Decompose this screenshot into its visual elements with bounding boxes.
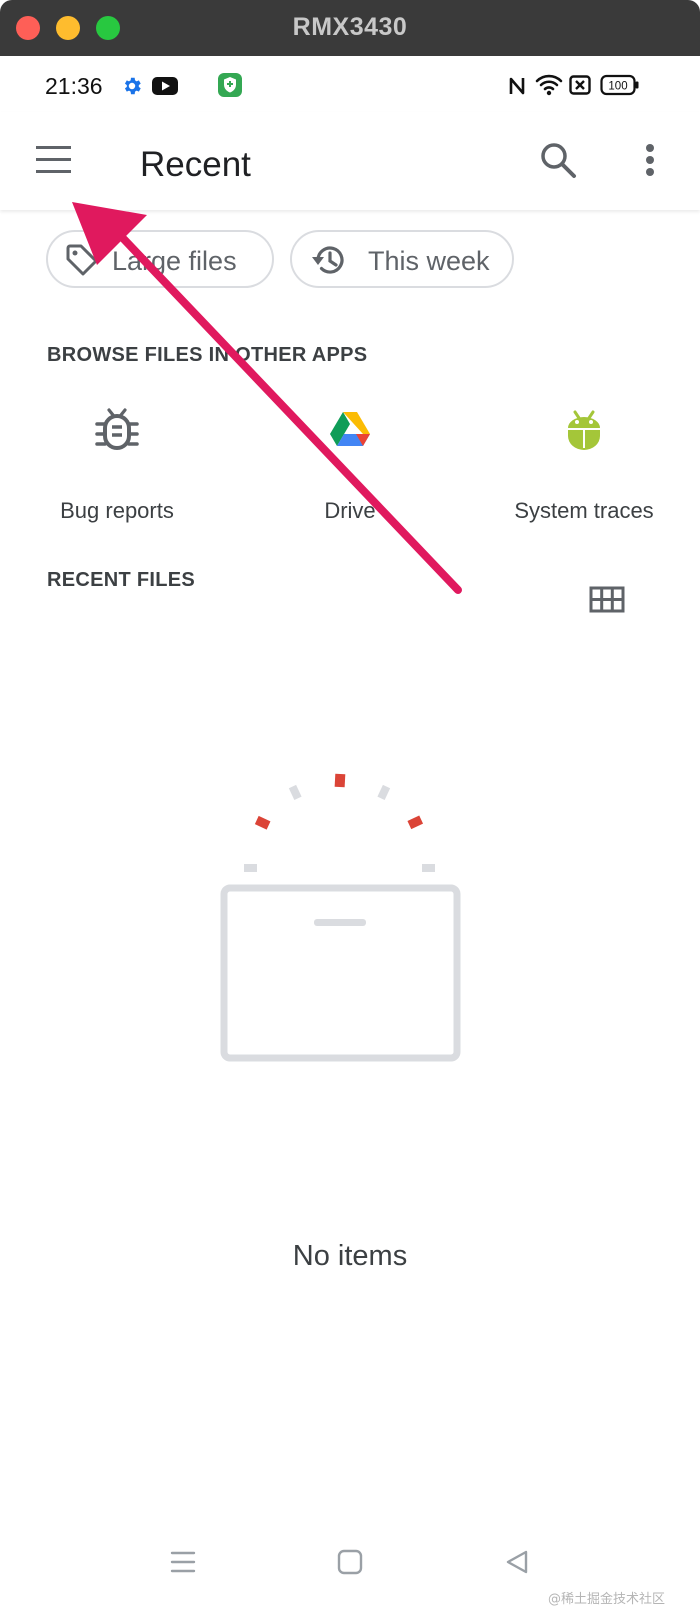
recents-icon[interactable]: [170, 1549, 196, 1575]
status-time: 21:36: [45, 73, 103, 99]
tag-icon: [66, 244, 98, 276]
sim-off-icon: [569, 75, 591, 95]
phone-screen: 21:36 100 Recent Large files This week B…: [0, 56, 700, 1614]
google-drive-icon: [330, 412, 370, 446]
root-bug-reports[interactable]: Bug reports: [12, 404, 222, 534]
root-label-system-traces: System traces: [514, 498, 654, 523]
empty-box-illustration: [220, 773, 461, 1062]
search-button[interactable]: [537, 139, 581, 183]
nfc-icon: [509, 77, 525, 95]
large-files-chip[interactable]: Large files: [46, 230, 274, 288]
grid-view-icon: [589, 586, 625, 613]
empty-state-text: No items: [292, 1240, 408, 1272]
large-files-chip-label: Large files: [112, 246, 237, 276]
more-vert-icon: [646, 144, 654, 176]
recent-files-header: RECENT FILES: [47, 569, 196, 591]
battery-icon: 100: [600, 74, 639, 96]
grid-view-toggle[interactable]: [588, 580, 628, 620]
this-week-chip[interactable]: This week: [290, 230, 514, 288]
watermark: @稀土掘金技术社区: [548, 1592, 666, 1607]
page-title: Recent: [140, 145, 251, 184]
home-icon[interactable]: [337, 1549, 363, 1575]
root-label-bug-reports: Bug reports: [60, 498, 174, 523]
browse-section-header: BROWSE FILES IN OTHER APPS: [47, 344, 368, 366]
root-drive[interactable]: Drive: [245, 404, 455, 534]
gear-icon: [124, 77, 141, 95]
wifi-icon: [535, 74, 563, 96]
menu-icon: [36, 146, 71, 173]
app-shield-icon: [218, 73, 242, 97]
top-app-bar: Recent: [0, 112, 700, 210]
search-icon: [541, 143, 576, 178]
root-label-drive: Drive: [324, 498, 376, 523]
status-bar: 21:36 100: [0, 56, 700, 112]
battery-level: 100: [608, 81, 627, 93]
history-icon: [312, 246, 344, 274]
back-icon[interactable]: [504, 1549, 530, 1575]
root-system-traces[interactable]: System traces: [479, 404, 689, 534]
youtube-icon: [152, 77, 178, 95]
android-icon: [568, 410, 600, 450]
bug-icon: [95, 408, 139, 450]
navigation-menu-button[interactable]: [30, 140, 80, 182]
window-title-bar: RMX3430: [0, 0, 700, 56]
window-title: RMX3430: [292, 13, 408, 41]
more-options-button[interactable]: [630, 140, 670, 184]
this-week-chip-label: This week: [368, 246, 490, 276]
